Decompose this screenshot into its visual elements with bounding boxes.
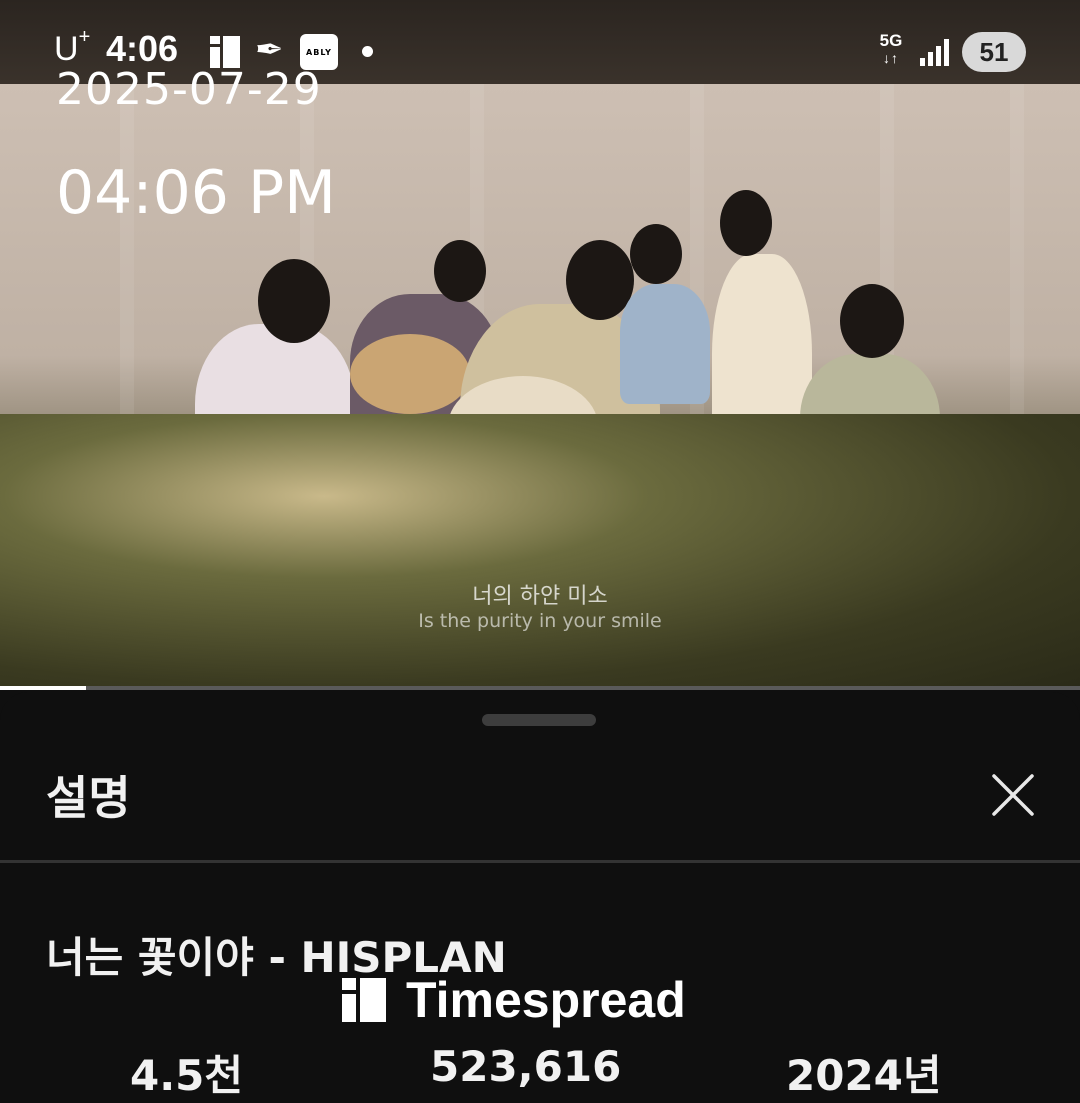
timestamp-time: 04:06 PM [56,158,336,228]
watermark-text: Timespread [406,972,686,1028]
subtitle-english: Is the purity in your smile [418,610,662,632]
timespread-watermark: Timespread [342,972,686,1028]
guitar-shape [350,334,470,414]
notification-dot-icon [362,46,373,57]
video-progress-fill [0,686,87,690]
performer-figure [620,284,710,404]
divider [0,860,1080,863]
performer-head [434,240,486,302]
timestamp-date: 2025-07-29 [56,64,322,115]
sheet-title: 설명 [46,771,131,825]
views-count: 523,616 [430,1042,622,1091]
drag-handle[interactable] [482,714,596,726]
performer-head [258,259,330,343]
video-progress-bar[interactable] [0,686,1080,690]
network-5g-icon: 5G ↓↑ [879,31,903,66]
signal-icon [920,38,950,66]
likes-count: 4.5천 [130,1051,244,1100]
flower-arrangement [0,414,1080,688]
upload-year: 2024년 [786,1051,942,1100]
battery-icon: 51 [962,32,1026,72]
performer-head [630,224,682,284]
subtitle-korean: 너의 하얀 미소 [472,584,608,609]
performer-head [720,190,772,256]
performer-head [840,284,904,358]
close-icon[interactable] [990,772,1036,818]
timespread-logo-icon [342,978,386,1022]
